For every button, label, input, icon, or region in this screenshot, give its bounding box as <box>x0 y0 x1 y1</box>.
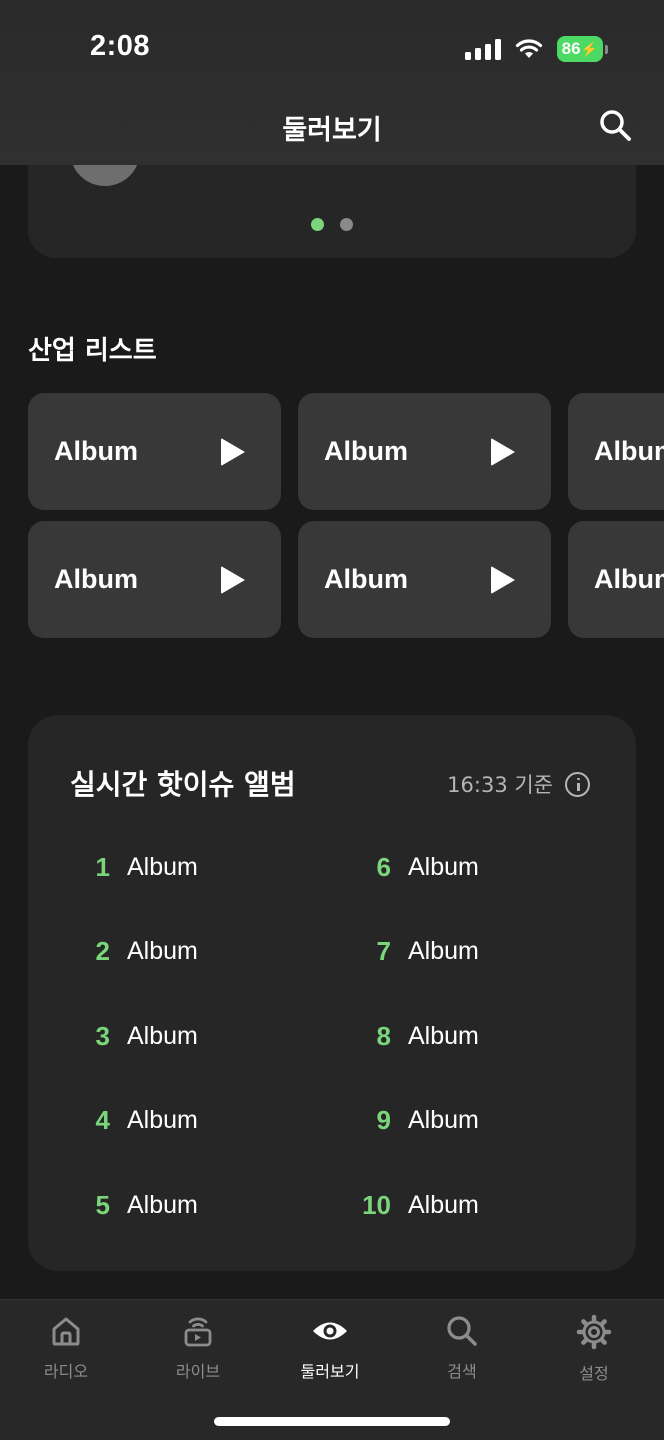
album-card-label: Album <box>54 436 138 466</box>
rank-number: 3 <box>95 1020 110 1051</box>
rank-row[interactable]: 4 Album <box>52 1079 332 1164</box>
home-indicator[interactable] <box>214 1417 450 1426</box>
home-icon <box>52 1317 80 1346</box>
status-icons: 86 ⚡ <box>464 36 608 62</box>
rank-column-left: 1 Album 2 Album 3 Album 4 Album 5 Album <box>52 825 332 1248</box>
rank-row[interactable]: 8 Album <box>333 994 613 1079</box>
top-header: 2:08 86 ⚡ 둘러보기 <box>0 0 664 165</box>
gear-icon <box>576 1314 612 1350</box>
battery-icon: 86 ⚡ <box>556 36 608 62</box>
rank-album-name: Album <box>408 937 479 966</box>
rank-number: 6 <box>376 851 391 882</box>
album-card[interactable]: Album <box>28 521 281 638</box>
hot-issue-meta: 16:33 기준 <box>447 769 590 799</box>
rank-number: 7 <box>376 936 391 967</box>
tab-radio[interactable]: 라디오 <box>0 1314 132 1382</box>
rank-number: 4 <box>95 1105 110 1136</box>
play-icon[interactable] <box>221 437 245 466</box>
carousel-dot-active[interactable] <box>311 218 324 231</box>
album-card-label: Album <box>324 564 408 594</box>
rank-row[interactable]: 5 Album <box>52 1163 332 1248</box>
rank-album-name: Album <box>127 1021 198 1050</box>
play-icon[interactable] <box>491 437 515 466</box>
hot-issue-timestamp: 16:33 기준 <box>447 773 553 797</box>
rank-album-name: Album <box>408 852 479 881</box>
page-title: 둘러보기 <box>282 115 382 146</box>
rank-album-name: Album <box>127 1190 198 1219</box>
battery-level: 86 <box>561 39 581 58</box>
tab-label: 라이브 <box>175 1362 221 1381</box>
album-card[interactable]: Album <box>298 521 551 638</box>
live-broadcast-icon <box>184 1317 212 1347</box>
rank-number: 8 <box>376 1020 391 1051</box>
rank-number: 9 <box>376 1105 391 1136</box>
rank-number: 5 <box>95 1189 110 1220</box>
eye-icon <box>313 1322 347 1340</box>
industry-list-title: 산업 리스트 <box>28 336 157 366</box>
hot-issue-title: 실시간 핫이슈 앨범 <box>70 768 296 801</box>
album-card[interactable]: Album <box>568 521 664 638</box>
tab-live[interactable]: 라이브 <box>132 1314 264 1382</box>
search-icon <box>447 1316 477 1346</box>
carousel-dot[interactable] <box>340 218 353 231</box>
cellular-signal-icon <box>464 38 501 60</box>
rank-number: 10 <box>362 1189 391 1220</box>
rank-album-name: Album <box>127 852 198 881</box>
rank-row[interactable]: 6 Album <box>333 825 613 910</box>
rank-album-name: Album <box>127 937 198 966</box>
rank-row[interactable]: 1 Album <box>52 825 332 910</box>
wifi-icon <box>515 39 542 58</box>
tab-label: 검색 <box>447 1362 477 1381</box>
rank-album-name: Album <box>408 1021 479 1050</box>
album-card-label: Album <box>594 564 664 594</box>
rank-row[interactable]: 10 Album <box>333 1163 613 1248</box>
rank-row[interactable]: 3 Album <box>52 994 332 1079</box>
album-card[interactable]: Album <box>298 393 551 510</box>
rank-album-name: Album <box>127 1106 198 1135</box>
rank-number: 1 <box>95 851 110 882</box>
tab-label: 설정 <box>579 1364 609 1383</box>
rank-album-name: Album <box>408 1190 479 1219</box>
album-card[interactable]: Album <box>28 393 281 510</box>
rank-row[interactable]: 2 Album <box>52 910 332 995</box>
album-card-label: Album <box>54 564 138 594</box>
rank-album-name: Album <box>408 1106 479 1135</box>
tab-label: 둘러보기 <box>300 1362 360 1381</box>
rank-row[interactable]: 7 Album <box>333 910 613 995</box>
tab-label: 라디오 <box>43 1362 89 1381</box>
carousel-pagination <box>28 218 636 231</box>
album-card[interactable]: Album <box>568 393 664 510</box>
rank-row[interactable]: 9 Album <box>333 1079 613 1164</box>
search-icon[interactable] <box>598 108 632 142</box>
industry-album-grid: Album Album Album Album Album Album <box>28 393 664 638</box>
hot-issue-card: 실시간 핫이슈 앨범 16:33 기준 1 Album 2 Album 3 Album… <box>28 715 636 1271</box>
album-card-label: Album <box>324 436 408 466</box>
status-time: 2:08 <box>90 30 151 62</box>
rank-number: 2 <box>95 936 110 967</box>
rank-column-right: 6 Album 7 Album 8 Album 9 Album 10 Album <box>333 825 613 1248</box>
play-icon[interactable] <box>221 565 245 594</box>
play-icon[interactable] <box>491 565 515 594</box>
info-icon[interactable] <box>565 771 590 797</box>
album-card-label: Album <box>594 436 664 466</box>
tab-search[interactable]: 검색 <box>396 1314 528 1382</box>
tab-browse[interactable]: 둘러보기 <box>264 1314 396 1382</box>
tab-settings[interactable]: 설정 <box>528 1314 660 1384</box>
